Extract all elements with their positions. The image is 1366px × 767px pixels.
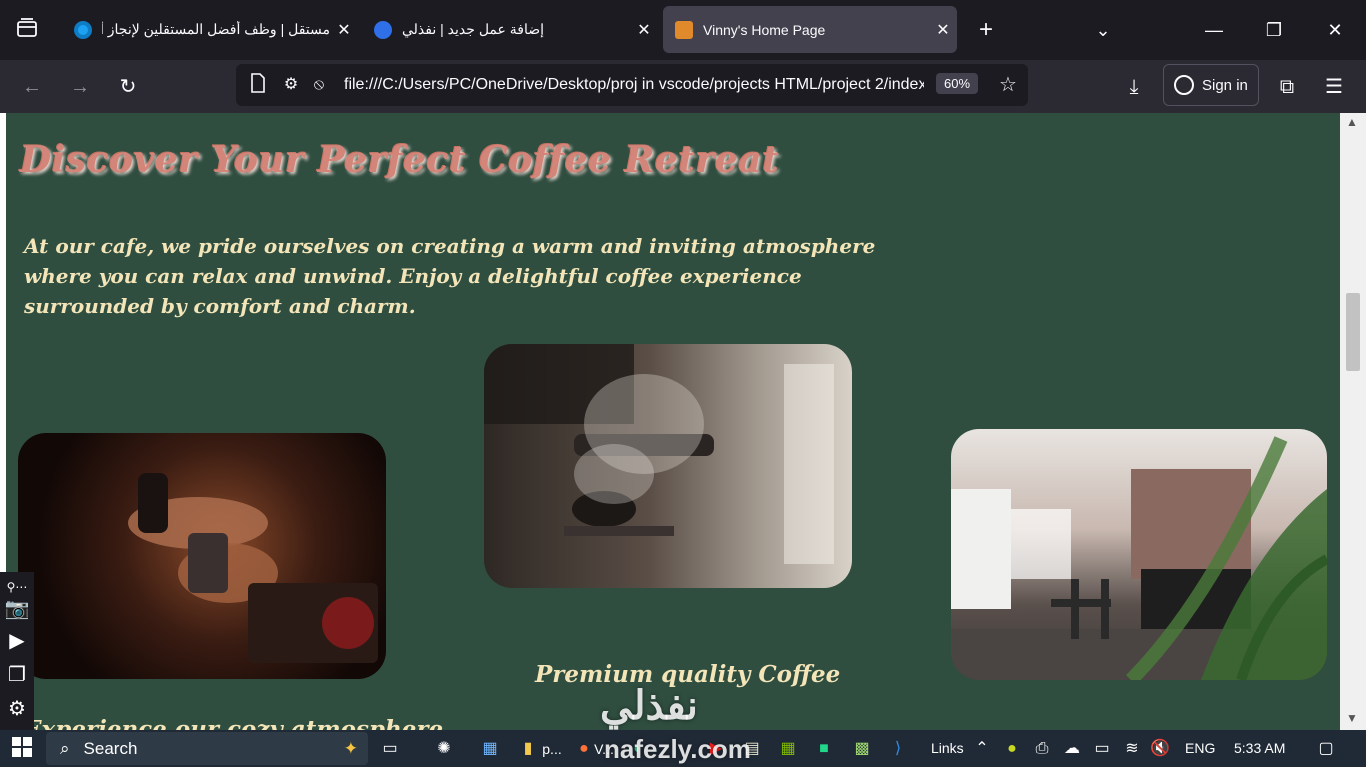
links-toolbar-label[interactable]: Links	[931, 740, 964, 756]
restore-window-icon[interactable]: ❐	[1262, 18, 1286, 42]
sign-in-label: Sign in	[1202, 76, 1248, 94]
caption-cozy-atmosphere: Experience our cozy atmosphere	[24, 716, 444, 730]
nafezly-watermark-url: nafezly.com	[604, 734, 751, 764]
tab-vinnys-home[interactable]: Vinny's Home Page ✕	[663, 6, 957, 53]
sign-in-button[interactable]: Sign in	[1163, 64, 1259, 106]
wifi-icon[interactable]: ≋	[1120, 737, 1144, 761]
web-page-viewport: Discover Your Perfect Coffee Retreat At …	[0, 113, 1340, 730]
ms-store-app-icon[interactable]: ▦	[478, 737, 502, 761]
scroll-down-arrow-icon[interactable]: ▼	[1346, 711, 1358, 725]
reload-icon[interactable]: ↻	[114, 73, 142, 101]
file-explorer-app-icon[interactable]: ▮	[516, 737, 540, 761]
zoom-level-badge[interactable]: 60%	[936, 73, 979, 94]
page-document-icon	[248, 73, 268, 99]
coffee-cup-favicon-icon	[675, 20, 693, 39]
windows-stack-icon[interactable]: ❐	[4, 662, 30, 688]
extensions-puzzle-icon[interactable]: ⧉	[1273, 73, 1301, 101]
search-label: Search	[83, 738, 138, 758]
page-heading: Discover Your Perfect Coffee Retreat	[20, 139, 780, 181]
windows-start-icon[interactable]	[10, 737, 34, 761]
hamburger-menu-icon[interactable]: ☰	[1320, 73, 1348, 101]
vscode-app-icon[interactable]: ⟩	[886, 737, 910, 761]
new-tab-plus-icon[interactable]: +	[974, 18, 998, 42]
barista-photo	[18, 433, 386, 679]
language-indicator[interactable]: ENG	[1185, 740, 1215, 756]
tray-camera-icon[interactable]: ⎙	[1030, 737, 1054, 761]
navigation-toolbar: ← → ↻ ⚙ ⦸ file:///C:/Users/PC/OneDrive/D…	[0, 60, 1366, 113]
settings-gear-icon[interactable]: ⚙	[4, 696, 30, 722]
volume-muted-icon[interactable]: 🔇	[1148, 737, 1172, 761]
permissions-sliders-icon[interactable]: ⚙	[280, 73, 302, 97]
vertical-scrollbar[interactable]: ▲ ▼	[1340, 113, 1366, 730]
notifications-icon[interactable]: ▢	[1314, 737, 1338, 761]
pycharm-app-icon[interactable]: ■	[812, 737, 836, 761]
close-window-icon[interactable]: ✕	[1323, 18, 1347, 42]
tray-app-icon[interactable]: ●	[1000, 737, 1024, 761]
close-tab-icon[interactable]: ✕	[630, 20, 658, 40]
camera-icon[interactable]: 📷	[4, 596, 30, 622]
search-sparkle-icon: ✦	[343, 738, 358, 758]
account-avatar-icon	[1174, 75, 1194, 95]
forward-arrow-icon[interactable]: →	[66, 73, 94, 101]
file-explorer-label[interactable]: p...	[540, 737, 564, 761]
tab-title: مستقل | وظف أفضل المستقلين لإنجاز أعمالك…	[102, 21, 330, 37]
clock-time[interactable]: 5:33 AM	[1234, 740, 1285, 756]
spreadsheet-app-icon[interactable]: ▩	[850, 737, 874, 761]
close-tab-icon[interactable]: ✕	[330, 20, 358, 40]
bookmark-star-icon[interactable]: ☆	[996, 73, 1020, 97]
tray-chevron-up-icon[interactable]: ⌃	[970, 737, 994, 761]
battery-icon[interactable]: ▭	[1090, 737, 1114, 761]
back-arrow-icon[interactable]: ←	[18, 73, 46, 101]
mostaql-favicon-icon	[74, 20, 92, 39]
video-camera-icon[interactable]: ▶	[4, 628, 30, 654]
task-view-icon[interactable]: ▭	[378, 737, 402, 761]
espresso-machine-photo	[484, 344, 852, 588]
scroll-thumb[interactable]	[1346, 293, 1360, 371]
capture-tool-sidebar: ⚲⋯ 📷 ▶ ❐ ⚙	[0, 572, 34, 730]
cafe-interior-photo	[951, 429, 1327, 680]
intro-paragraph: At our cafe, we pride ourselves on creat…	[24, 234, 876, 318]
scroll-up-arrow-icon[interactable]: ▲	[1346, 115, 1358, 129]
nafezly-favicon-icon	[374, 20, 392, 39]
address-bar[interactable]: ⚙ ⦸ file:///C:/Users/PC/OneDrive/Desktop…	[236, 64, 1028, 106]
microsoft-app-icon[interactable]: ▦	[776, 737, 800, 761]
list-tabs-chevron-icon[interactable]: ⌄	[1091, 18, 1115, 42]
tab-title: Vinny's Home Page	[703, 21, 826, 38]
close-tab-icon[interactable]: ✕	[929, 20, 957, 40]
search-magnifier-icon: ⌕	[60, 738, 70, 758]
firefox-app-icon[interactable]: ●	[572, 737, 596, 761]
taskbar-search-box[interactable]: ⌕ Search ✦	[46, 732, 368, 765]
tab-overview-icon[interactable]	[14, 18, 40, 44]
tab-mostaql[interactable]: مستقل | وظف أفضل المستقلين لإنجاز أعمالك…	[62, 6, 358, 53]
url-text[interactable]: file:///C:/Users/PC/OneDrive/Desktop/pro…	[344, 76, 924, 94]
cloud-offline-icon[interactable]: ☁	[1060, 737, 1084, 761]
tracking-protection-off-icon[interactable]: ⦸	[308, 73, 330, 97]
downloads-icon[interactable]: ⤓	[1120, 73, 1148, 101]
nafezly-watermark-arabic: نفذلي	[600, 684, 698, 728]
tab-nafezly[interactable]: إضافة عمل جديد | نفذلي ✕	[362, 6, 658, 53]
tab-title: إضافة عمل جديد | نفذلي	[402, 21, 544, 37]
minimize-window-icon[interactable]: —	[1202, 18, 1226, 42]
tab-bar: مستقل | وظف أفضل المستقلين لإنجاز أعمالك…	[0, 0, 1366, 60]
chatgpt-app-icon[interactable]: ✺	[432, 737, 456, 761]
